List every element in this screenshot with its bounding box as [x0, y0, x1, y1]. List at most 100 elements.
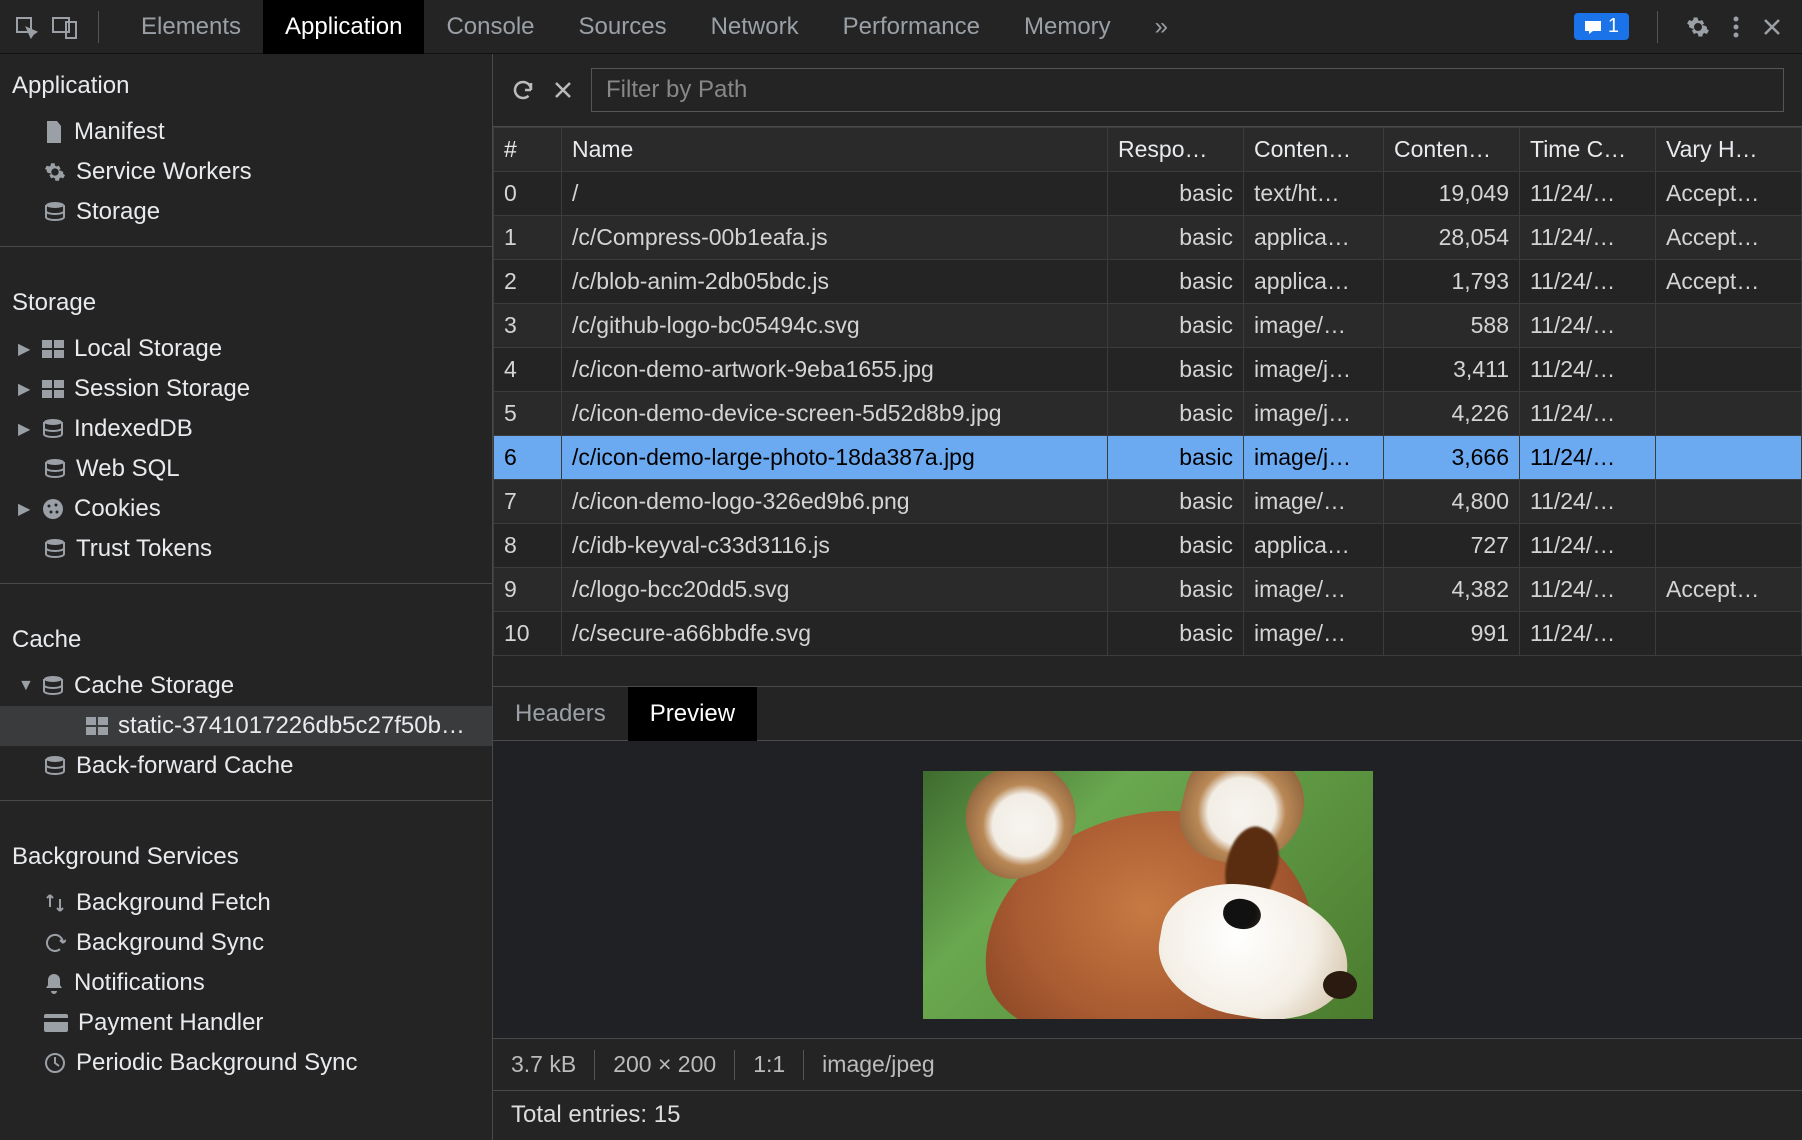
sidebar-indexeddb[interactable]: ▶ IndexedDB: [0, 409, 492, 449]
section-cache: Cache: [0, 598, 492, 666]
sidebar-manifest[interactable]: Manifest: [0, 112, 492, 152]
preview-image: [923, 771, 1373, 1019]
sidebar-websql[interactable]: Web SQL: [0, 449, 492, 489]
cell-content-type: applica…: [1244, 260, 1384, 304]
tab-more[interactable]: »: [1133, 0, 1190, 54]
cell-vary: Accept…: [1656, 568, 1802, 612]
sidebar-service-workers[interactable]: Service Workers: [0, 152, 492, 192]
sidebar-trust-tokens[interactable]: Trust Tokens: [0, 529, 492, 569]
sidebar-cache-storage[interactable]: ▼ Cache Storage: [0, 666, 492, 706]
cell-content-type: image/j…: [1244, 348, 1384, 392]
cell-content-length: 588: [1384, 304, 1520, 348]
database-icon: [44, 201, 66, 223]
sidebar-local-storage[interactable]: ▶ Local Storage: [0, 329, 492, 369]
cell-content-type: image/…: [1244, 304, 1384, 348]
delete-icon[interactable]: [553, 80, 573, 100]
tab-console[interactable]: Console: [424, 0, 556, 54]
table-row[interactable]: 8/c/idb-keyval-c33d3116.jsbasicapplica…7…: [494, 524, 1802, 568]
tabbar-right-controls: 1: [1554, 11, 1802, 43]
cell-index: 4: [494, 348, 562, 392]
col-name[interactable]: Name: [562, 128, 1108, 172]
filter-input[interactable]: [591, 68, 1784, 112]
table-icon: [42, 380, 64, 398]
tab-application[interactable]: Application: [263, 0, 424, 54]
col-response[interactable]: Respo…: [1108, 128, 1244, 172]
tabbar-left-controls: [0, 11, 119, 43]
table-row[interactable]: 5/c/icon-demo-device-screen-5d52d8b9.jpg…: [494, 392, 1802, 436]
cell-index: 9: [494, 568, 562, 612]
detail-tabbar: Headers Preview: [493, 687, 1802, 741]
device-toggle-icon[interactable]: [52, 15, 78, 39]
sidebar-periodic-sync[interactable]: Periodic Background Sync: [0, 1043, 492, 1083]
sidebar-notifications[interactable]: Notifications: [0, 963, 492, 1003]
table-row[interactable]: 4/c/icon-demo-artwork-9eba1655.jpgbasici…: [494, 348, 1802, 392]
cell-time-cached: 11/24/…: [1520, 480, 1656, 524]
sidebar-session-storage[interactable]: ▶ Session Storage: [0, 369, 492, 409]
table-row[interactable]: 0/basictext/ht…19,04911/24/…Accept…: [494, 172, 1802, 216]
tab-memory[interactable]: Memory: [1002, 0, 1133, 54]
cell-response: basic: [1108, 612, 1244, 656]
detail-tab-headers[interactable]: Headers: [493, 687, 628, 741]
cache-toolbar: [493, 54, 1802, 127]
cell-time-cached: 11/24/…: [1520, 612, 1656, 656]
expand-icon[interactable]: ▶: [18, 419, 34, 439]
sidebar-bg-fetch[interactable]: Background Fetch: [0, 883, 492, 923]
cell-content-length: 1,793: [1384, 260, 1520, 304]
tab-performance[interactable]: Performance: [821, 0, 1002, 54]
col-content-length[interactable]: Conten…: [1384, 128, 1520, 172]
cell-vary: [1656, 612, 1802, 656]
expand-icon[interactable]: ▶: [18, 379, 34, 399]
kebab-icon[interactable]: [1732, 15, 1740, 39]
table-icon: [86, 717, 108, 735]
sidebar-cookies[interactable]: ▶ Cookies: [0, 489, 492, 529]
expand-icon[interactable]: ▶: [18, 499, 34, 519]
gear-icon[interactable]: [1686, 15, 1710, 39]
col-content-type[interactable]: Conten…: [1244, 128, 1384, 172]
cell-vary: Accept…: [1656, 172, 1802, 216]
cell-response: basic: [1108, 392, 1244, 436]
sidebar-cache-entry[interactable]: static-3741017226db5c27f50b…: [0, 706, 492, 746]
cell-name: /c/secure-a66bbdfe.svg: [562, 612, 1108, 656]
table-row[interactable]: 9/c/logo-bcc20dd5.svgbasicimage/…4,38211…: [494, 568, 1802, 612]
sidebar-item-label: Back-forward Cache: [76, 752, 293, 780]
sidebar-storage[interactable]: Storage: [0, 192, 492, 232]
sidebar-bf-cache[interactable]: Back-forward Cache: [0, 746, 492, 786]
close-icon[interactable]: [1762, 17, 1782, 37]
tab-network[interactable]: Network: [689, 0, 821, 54]
refresh-icon[interactable]: [511, 78, 535, 102]
table-header-row[interactable]: # Name Respo… Conten… Conten… Time C… Va…: [494, 128, 1802, 172]
detail-tab-preview[interactable]: Preview: [628, 687, 757, 741]
cell-index: 1: [494, 216, 562, 260]
table-row[interactable]: 3/c/github-logo-bc05494c.svgbasicimage/……: [494, 304, 1802, 348]
tab-sources[interactable]: Sources: [557, 0, 689, 54]
cell-response: basic: [1108, 524, 1244, 568]
devtools-tabbar: Elements Application Console Sources Net…: [0, 0, 1802, 54]
cell-content-length: 19,049: [1384, 172, 1520, 216]
table-row[interactable]: 1/c/Compress-00b1eafa.jsbasicapplica…28,…: [494, 216, 1802, 260]
table-row[interactable]: 7/c/icon-demo-logo-326ed9b6.pngbasicimag…: [494, 480, 1802, 524]
cookie-icon: [42, 498, 64, 520]
cell-index: 7: [494, 480, 562, 524]
cell-name: /c/icon-demo-large-photo-18da387a.jpg: [562, 436, 1108, 480]
sidebar-payment-handler[interactable]: Payment Handler: [0, 1003, 492, 1043]
cell-response: basic: [1108, 304, 1244, 348]
col-index[interactable]: #: [494, 128, 562, 172]
cell-vary: [1656, 348, 1802, 392]
tab-elements[interactable]: Elements: [119, 0, 263, 54]
sidebar-bg-sync[interactable]: Background Sync: [0, 923, 492, 963]
col-vary-header[interactable]: Vary H…: [1656, 128, 1802, 172]
issues-badge[interactable]: 1: [1574, 13, 1629, 40]
inspect-icon[interactable]: [14, 15, 38, 39]
cell-vary: Accept…: [1656, 216, 1802, 260]
table-row[interactable]: 6/c/icon-demo-large-photo-18da387a.jpgba…: [494, 436, 1802, 480]
card-icon: [44, 1014, 68, 1032]
cell-content-type: image/j…: [1244, 436, 1384, 480]
collapse-icon[interactable]: ▼: [18, 677, 34, 695]
cell-index: 2: [494, 260, 562, 304]
cell-time-cached: 11/24/…: [1520, 392, 1656, 436]
col-time-cached[interactable]: Time C…: [1520, 128, 1656, 172]
expand-icon[interactable]: ▶: [18, 339, 34, 359]
sidebar-item-label: Periodic Background Sync: [76, 1049, 357, 1077]
table-row[interactable]: 10/c/secure-a66bbdfe.svgbasicimage/…9911…: [494, 612, 1802, 656]
table-row[interactable]: 2/c/blob-anim-2db05bdc.jsbasicapplica…1,…: [494, 260, 1802, 304]
